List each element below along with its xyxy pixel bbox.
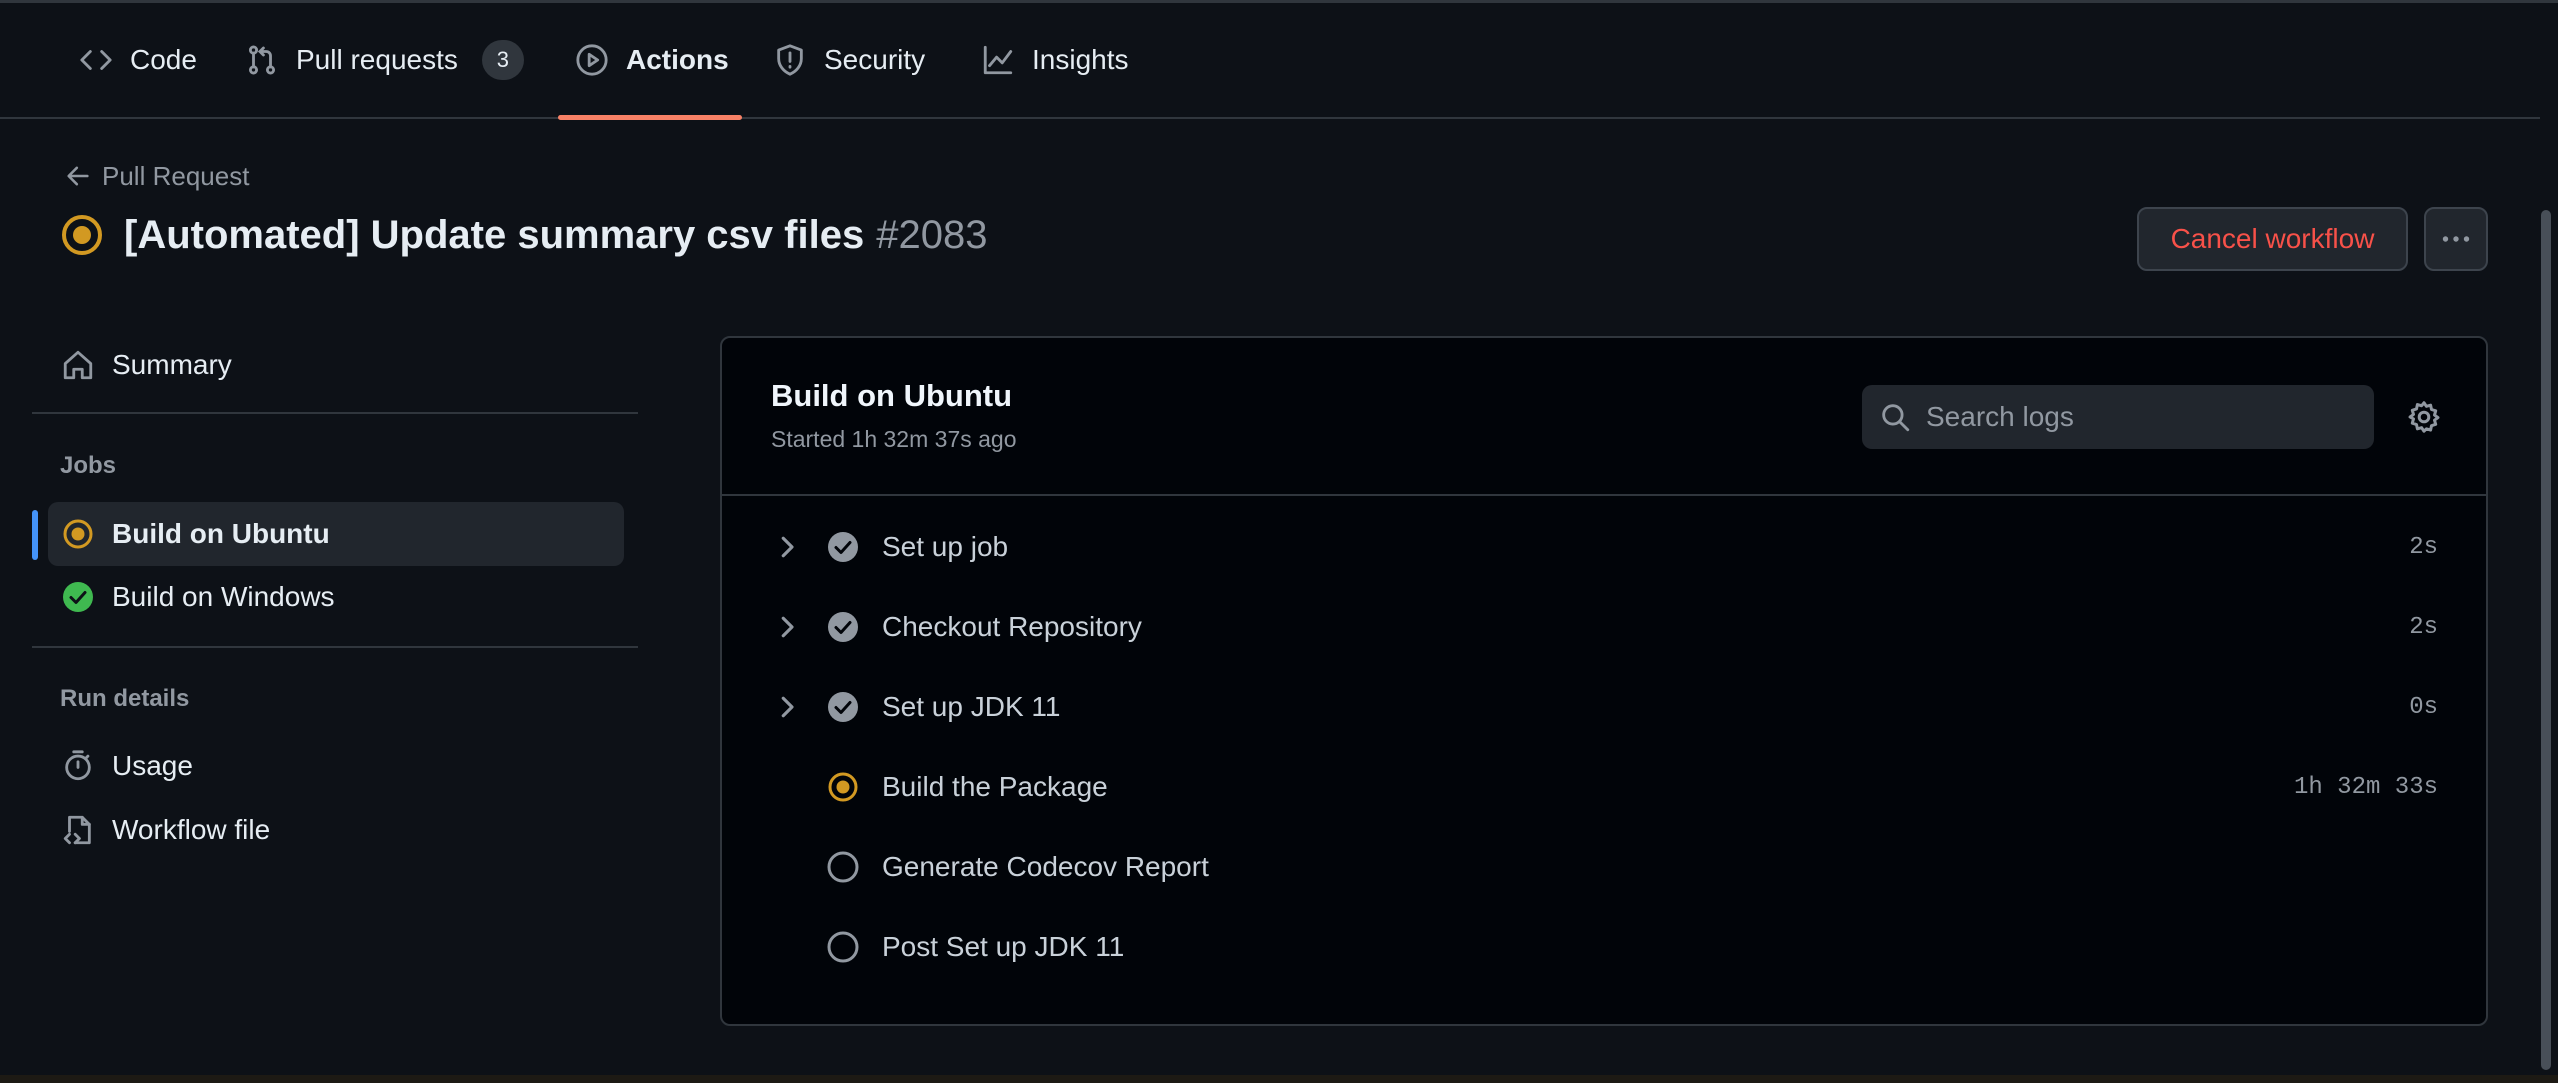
step-label: Set up JDK 11 xyxy=(882,691,1061,722)
step-label: Generate Codecov Report xyxy=(882,851,1209,882)
sidebar-job-label: Build on Ubuntu xyxy=(112,518,330,549)
chevron-right-icon[interactable] xyxy=(772,532,802,562)
more-options-button[interactable] xyxy=(2424,207,2488,271)
step-label: Checkout Repository xyxy=(882,611,1142,642)
tab-code-label: Code xyxy=(130,44,197,75)
sidebar-item-summary-label: Summary xyxy=(112,349,232,380)
step-duration: 0s xyxy=(2409,693,2438,721)
play-icon xyxy=(574,42,610,78)
active-tab-underline xyxy=(558,115,742,120)
sidebar-item-usage[interactable]: Usage xyxy=(48,734,624,798)
sidebar-divider xyxy=(32,412,638,414)
in-progress-status-icon xyxy=(828,772,858,802)
home-icon xyxy=(60,347,96,383)
run-details-heading: Run details xyxy=(60,685,190,712)
queued-circle-icon xyxy=(827,851,859,883)
back-to-pull-request-link[interactable]: Pull Request xyxy=(64,158,249,194)
search-icon xyxy=(1882,404,1910,432)
sidebar-item-usage-label: Usage xyxy=(112,750,193,781)
sidebar-item-summary[interactable]: Summary xyxy=(48,333,624,397)
step-duration: 2s xyxy=(2409,533,2438,561)
sidebar-job-build-on-ubuntu[interactable]: Build on Ubuntu xyxy=(48,502,624,566)
step-row[interactable]: Set up JDK 11 0s xyxy=(722,667,2486,747)
in-progress-status-icon xyxy=(62,215,102,255)
step-row[interactable]: Checkout Repository 2s xyxy=(722,587,2486,667)
sidebar-divider xyxy=(32,646,638,648)
chevron-right-icon[interactable] xyxy=(772,692,802,722)
check-circle-icon xyxy=(828,692,858,722)
queued-circle-icon xyxy=(827,931,859,963)
kebab-horizontal-icon xyxy=(2442,236,2470,242)
run-title-row: [Automated] Update summary csv files #20… xyxy=(60,205,987,265)
sidebar-job-build-on-windows[interactable]: Build on Windows xyxy=(48,565,624,629)
step-label: Post Set up JDK 11 xyxy=(882,931,1125,962)
step-label: Set up job xyxy=(882,531,1009,562)
check-circle-icon xyxy=(828,532,858,562)
sidebar-item-workflow-file[interactable]: Workflow file xyxy=(48,798,624,862)
step-duration: 2s xyxy=(2409,613,2438,641)
sidebar-job-label: Build on Windows xyxy=(112,581,335,612)
page-title: [Automated] Update summary csv files xyxy=(124,212,865,257)
job-log-panel: Build on Ubuntu Started 1h 32m 37s ago S… xyxy=(720,336,2488,1026)
file-code-icon xyxy=(60,812,96,848)
graph-icon xyxy=(980,42,1016,78)
check-circle-icon xyxy=(828,612,858,642)
tab-insights-label: Insights xyxy=(1032,44,1129,75)
code-icon xyxy=(78,42,114,78)
pull-requests-counter: 3 xyxy=(481,40,524,80)
job-title: Build on Ubuntu xyxy=(771,378,1013,413)
job-header: Build on Ubuntu Started 1h 32m 37s ago xyxy=(722,338,2486,496)
sidebar-item-workflow-file-label: Workflow file xyxy=(112,814,271,845)
tab-insights[interactable]: Insights xyxy=(980,3,1129,117)
tab-actions[interactable]: Actions xyxy=(574,3,729,117)
tab-pull-requests[interactable]: Pull requests 3 xyxy=(244,3,524,117)
repo-nav: Code Pull requests 3 Actions Security In… xyxy=(0,3,2540,120)
stopwatch-icon xyxy=(60,748,96,784)
success-check-icon xyxy=(60,579,96,615)
step-row[interactable]: Generate Codecov Report xyxy=(722,827,2486,907)
step-row[interactable]: Post Set up JDK 11 xyxy=(722,907,2486,987)
jobs-heading: Jobs xyxy=(60,452,117,479)
run-number: #2083 xyxy=(876,212,988,257)
page-scrollbar[interactable] xyxy=(2541,210,2551,1070)
tab-security[interactable]: Security xyxy=(772,3,925,117)
search-logs-box[interactable] xyxy=(1862,385,2374,449)
window-bottom-edge xyxy=(0,1075,2558,1083)
tab-security-label: Security xyxy=(824,44,926,75)
arrow-left-icon xyxy=(67,166,89,186)
step-duration: 1h 32m 33s xyxy=(2293,773,2438,801)
tab-pull-requests-label: Pull requests xyxy=(296,44,458,75)
job-started-time: Started 1h 32m 37s ago xyxy=(771,426,1017,452)
git-pull-request-icon xyxy=(244,42,280,78)
shield-icon xyxy=(772,42,808,78)
tab-actions-label: Actions xyxy=(626,44,729,75)
step-row[interactable]: Set up job 2s xyxy=(722,507,2486,587)
search-logs-input[interactable] xyxy=(1926,401,2356,433)
step-row[interactable]: Build the Package 1h 32m 33s xyxy=(722,747,2486,827)
gear-icon[interactable] xyxy=(2406,399,2442,435)
tab-code[interactable]: Code xyxy=(78,3,197,117)
chevron-right-icon[interactable] xyxy=(772,612,802,642)
step-label: Build the Package xyxy=(882,771,1108,802)
back-link-label: Pull Request xyxy=(102,160,250,191)
cancel-workflow-button[interactable]: Cancel workflow xyxy=(2137,207,2408,271)
in-progress-status-icon xyxy=(60,516,96,552)
selected-job-indicator xyxy=(32,510,38,560)
